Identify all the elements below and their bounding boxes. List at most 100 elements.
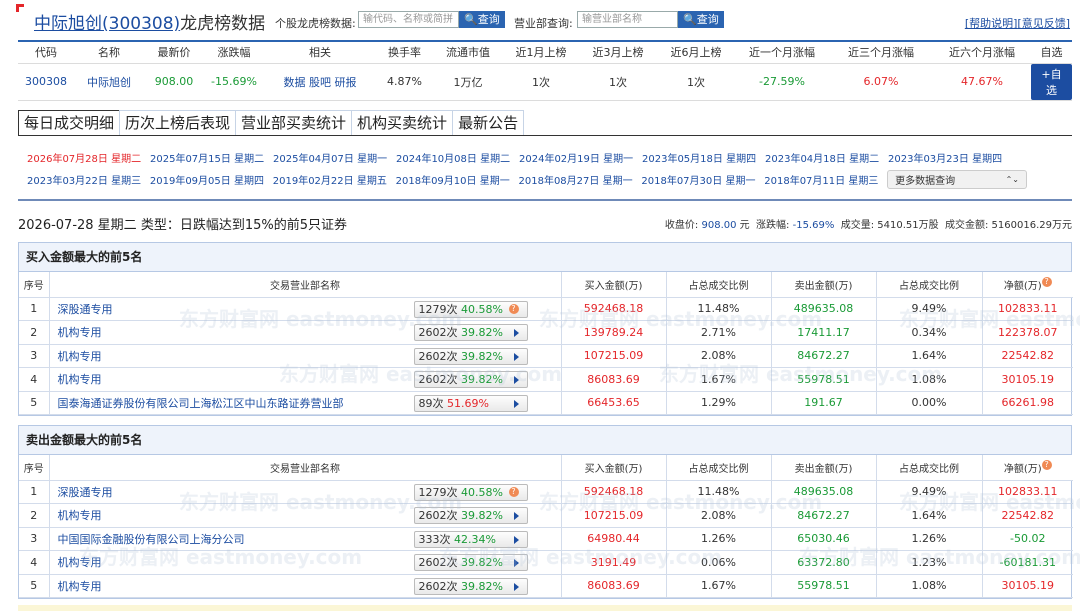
dept-name-link[interactable]: 机构专用 [58, 373, 102, 386]
buy-amount: 592468.18 [560, 296, 667, 321]
stock-name[interactable]: 中际旭创 [34, 14, 102, 34]
buy-percent: 0.06% [665, 550, 772, 575]
help-icon[interactable]: ? [1041, 459, 1052, 470]
dept-cell: 深股通专用 1279次 40.58%? [48, 296, 562, 321]
net-amount: 30105.19 [981, 573, 1073, 598]
buy-percent: 2.08% [665, 503, 772, 528]
volume-label: 成交量: [840, 220, 875, 231]
header-links: [帮助说明][意见反馈] [965, 15, 1070, 31]
quote-code[interactable]: 300308 [25, 75, 67, 88]
tab-underline [18, 135, 1072, 136]
tab-2[interactable]: 营业部买卖统计 [235, 110, 353, 136]
play-arrow-icon[interactable] [513, 399, 519, 408]
sell-percent: 1.64% [875, 503, 983, 528]
dept-name-link[interactable]: 机构专用 [58, 580, 102, 593]
date-link[interactable]: 2018年07月11日 星期三 [764, 172, 887, 187]
stock-search-input[interactable]: 输代码、名称或简拼 [358, 11, 459, 28]
date-link[interactable]: 2023年05月18日 星期四 [642, 150, 765, 165]
dept-stats-button[interactable]: 2602次 39.82% [413, 507, 528, 524]
help-link[interactable]: [帮助说明] [965, 17, 1018, 30]
tab-3[interactable]: 机构买卖统计 [351, 110, 454, 136]
date-link[interactable]: 2018年08月27日 星期一 [519, 172, 642, 187]
dept-name-link[interactable]: 深股通专用 [58, 303, 113, 316]
play-arrow-icon[interactable] [513, 512, 519, 520]
stock-title-link[interactable]: 中际旭创(300308) [34, 14, 180, 34]
dept-name-link[interactable]: 机构专用 [58, 509, 102, 522]
dept-stats-button[interactable]: 1279次 40.58%? [413, 300, 528, 318]
table-row: 1 深股通专用 1279次 40.58%? 592468.18 11.48% 489635… [19, 296, 1073, 321]
tab-4[interactable]: 最新公告 [452, 110, 525, 136]
play-arrow-icon[interactable] [513, 352, 519, 361]
close-unit: 元 [739, 220, 750, 231]
date-link[interactable]: 2023年03月22日 星期三 [27, 172, 150, 187]
date-link[interactable]: 2026年07月28日 星期二 [27, 150, 150, 165]
add-watchlist-button[interactable]: +自选 [1031, 63, 1072, 100]
dept-name-link[interactable]: 机构专用 [58, 556, 102, 569]
dept-name-link[interactable]: 中国国际金融股份有限公司上海分公司 [58, 533, 245, 546]
tab-0[interactable]: 每日成交明细 [18, 110, 121, 136]
dept-name-link[interactable]: 深股通专用 [58, 486, 113, 499]
bottom-band [18, 605, 1072, 611]
date-link[interactable]: 2023年03月23日 星期四 [888, 150, 1011, 165]
date-link[interactable]: 2023年04月18日 星期二 [765, 150, 888, 165]
related-data-link[interactable]: 数据 [284, 76, 306, 89]
date-link[interactable]: 2018年09月10日 星期一 [396, 172, 519, 187]
date-link[interactable]: 2018年07月30日 星期一 [641, 172, 764, 187]
buy-percent: 2.71% [665, 320, 772, 345]
stock-code[interactable]: (300308) [102, 14, 180, 34]
quote-name[interactable]: 中际旭创 [87, 76, 131, 89]
dept-stats-button[interactable]: 2602次 39.82% [413, 347, 528, 365]
table-header-label: 买入金额(万) [584, 280, 643, 292]
stock-search-button-label: 查询 [477, 13, 500, 26]
play-arrow-icon[interactable] [513, 376, 519, 384]
table-header-row: 序号 交易营业部名称 买入金额(万) 占总成交比例 卖出金额(万) 占总成交比例 净额(万)… [19, 272, 1073, 298]
dept-count: 89次 [418, 396, 444, 410]
table-header-label: 占总成交比例 [899, 280, 959, 292]
dept-stats-button[interactable]: 89次 51.69% [413, 394, 528, 412]
dept-stats-button[interactable]: 1279次 40.58%? [413, 483, 528, 501]
dept-stats-button[interactable]: 333次 42.34% [413, 530, 528, 548]
sell-amount: 489635.08 [770, 479, 877, 504]
tab-1[interactable]: 历次上榜后表现 [119, 110, 237, 136]
play-arrow-icon[interactable] [513, 535, 519, 544]
dept-win-ratio: 39.82% [461, 326, 503, 339]
date-link[interactable]: 2025年04月07日 星期一 [273, 150, 396, 165]
dept-cell: 深股通专用 1279次 40.58%? [48, 479, 562, 504]
date-link[interactable]: 2024年10月08日 星期二 [396, 150, 519, 165]
play-arrow-icon[interactable] [513, 582, 519, 591]
dept-name-link[interactable]: 机构专用 [58, 350, 102, 363]
related-report-link[interactable]: 研报 [335, 76, 357, 89]
help-icon[interactable]: ? [508, 303, 519, 314]
dept-stats-button[interactable]: 2602次 39.82% [413, 554, 528, 571]
separator [18, 199, 1072, 201]
stock-search-button[interactable]: 🔍查询 [459, 11, 505, 28]
related-guba-link[interactable]: 股吧 [309, 76, 331, 89]
sell-percent: 1.23% [875, 550, 983, 575]
buy-percent: 1.29% [665, 390, 772, 415]
table-header-cell: 买入金额(万) [560, 455, 667, 481]
date-link[interactable]: 2024年02月19日 星期一 [519, 150, 642, 165]
dept-search-input[interactable]: 输营业部名称 [577, 11, 678, 28]
quote-m3: 1次 [579, 63, 657, 101]
play-arrow-icon[interactable] [513, 329, 519, 337]
feedback-link[interactable]: [意见反馈] [1017, 17, 1070, 30]
net-amount: -50.02 [981, 526, 1073, 551]
help-icon[interactable]: ? [508, 486, 519, 497]
more-data-select[interactable]: 更多数据查询 ⌃⌄ [887, 169, 1027, 189]
play-arrow-icon[interactable] [513, 559, 519, 567]
help-icon[interactable]: ? [1041, 276, 1052, 287]
table-header-cell: 卖出金额(万) [770, 455, 877, 481]
dept-win-ratio: 39.82% [461, 373, 503, 386]
date-link[interactable]: 2019年02月22日 星期五 [273, 172, 396, 187]
dept-name-link[interactable]: 机构专用 [58, 326, 102, 339]
dept-name-link[interactable]: 国泰海通证券股份有限公司上海松江区中山东路证券营业部 [58, 397, 344, 410]
dept-search-button[interactable]: 🔍查询 [678, 11, 724, 28]
date-link[interactable]: 2025年07月15日 星期二 [150, 150, 273, 165]
quote-chg6: 47.67% [933, 63, 1031, 101]
dept-stats-button[interactable]: 2602次 39.82% [413, 371, 528, 388]
dept-stats-button[interactable]: 2602次 39.82% [413, 577, 528, 595]
date-link[interactable]: 2019年09月05日 星期四 [150, 172, 273, 187]
buy-amount: 3191.49 [560, 550, 667, 575]
net-amount: 66261.98 [981, 390, 1073, 415]
dept-stats-button[interactable]: 2602次 39.82% [413, 324, 528, 341]
